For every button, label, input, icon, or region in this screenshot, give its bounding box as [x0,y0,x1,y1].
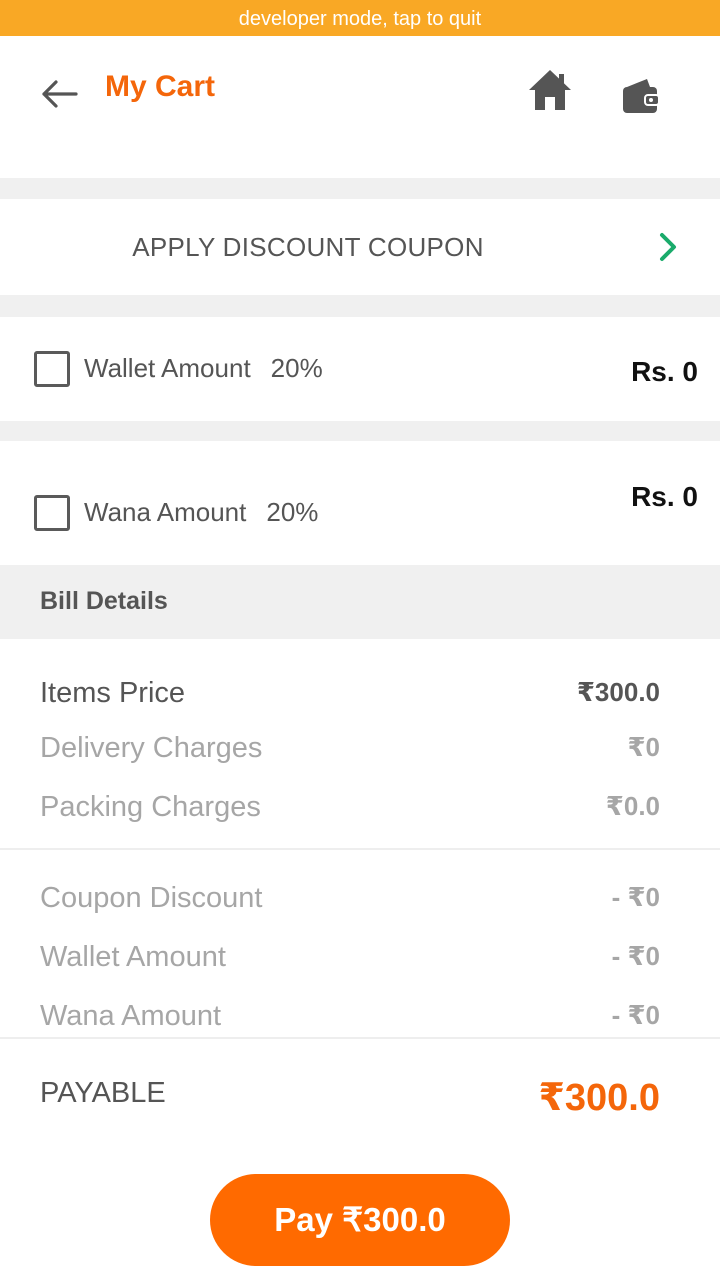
wallet-deduction-row: Wallet Amount - ₹0 [40,941,660,981]
wana-amount-percent: 20% [266,497,319,527]
chevron-right-icon [660,233,676,261]
wallet-deduction-label: Wallet Amount [40,941,226,973]
app-header: My Cart [0,36,720,178]
delivery-charges-label: Delivery Charges [40,732,263,764]
coupon-discount-label: Coupon Discount [40,882,263,914]
wallet-amount-label: Wallet Amount 20% [84,353,323,384]
bill-details-title: Bill Details [40,587,168,615]
coupon-discount-row: Coupon Discount - ₹0 [40,882,660,922]
bill-details-card: Items Price ₹300.0 Delivery Charges ₹0 P… [0,639,720,1160]
page-title: My Cart [105,70,216,103]
wana-deduction-value: - ₹0 [611,1000,660,1030]
coupon-discount-value: - ₹0 [611,882,660,912]
payable-value: ₹300.0 [538,1077,660,1119]
wallet-deduction-value: - ₹0 [611,941,660,971]
wana-amount-label: Wana Amount 20% [84,497,318,528]
section-gap [0,178,720,199]
wallet-button[interactable] [617,72,665,120]
packing-charges-value: ₹0.0 [605,791,660,821]
pay-button[interactable]: Pay ₹300.0 [210,1174,510,1266]
wana-amount-text: Wana Amount [84,497,247,527]
wallet-amount-row: Wallet Amount 20% Rs. 0 [0,317,720,421]
wallet-amount-text: Wallet Amount [84,353,251,383]
apply-coupon-label: APPLY DISCOUNT COUPON [132,232,484,262]
section-gap [0,295,720,317]
delivery-charges-row: Delivery Charges ₹0 [40,732,660,772]
bill-details-header: Bill Details [0,565,720,639]
section-gap [0,421,720,441]
wana-amount-checkbox[interactable] [34,495,70,531]
wallet-amount-percent: 20% [270,353,323,383]
developer-mode-banner[interactable]: developer mode, tap to quit [0,0,720,36]
arrow-left-icon [42,80,78,108]
back-button[interactable] [34,72,82,116]
delivery-charges-value: ₹0 [627,732,660,762]
wana-amount-value: Rs. 0 [631,481,698,512]
wana-amount-row: Wana Amount 20% Rs. 0 [0,441,720,565]
items-price-row: Items Price ₹300.0 [40,677,660,717]
divider [0,848,720,850]
apply-coupon-row[interactable]: APPLY DISCOUNT COUPON [2,199,718,295]
home-icon [529,70,571,110]
home-button[interactable] [524,64,576,116]
packing-charges-row: Packing Charges ₹0.0 [40,791,660,831]
divider [0,1037,720,1039]
items-price-label: Items Price [40,677,186,709]
wallet-icon [623,79,660,113]
packing-charges-label: Packing Charges [40,791,261,823]
wallet-amount-checkbox[interactable] [34,351,70,387]
wana-deduction-label: Wana Amount [40,1000,222,1032]
wana-deduction-row: Wana Amount - ₹0 [40,1000,660,1040]
wallet-amount-value: Rs. 0 [631,356,698,387]
items-price-value: ₹300.0 [576,677,660,707]
payable-label: PAYABLE [40,1077,166,1109]
